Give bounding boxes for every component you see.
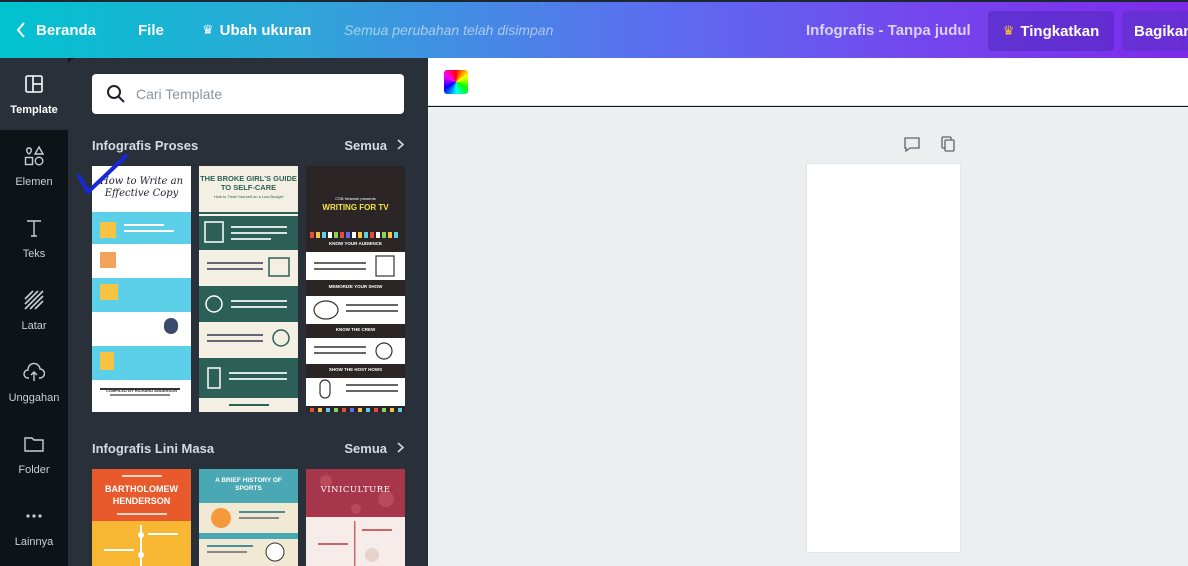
- see-all-label: Semua: [344, 441, 387, 456]
- section-title: Infografis Lini Masa: [92, 441, 215, 456]
- template-preview-graphic: [306, 469, 405, 566]
- upgrade-label: Tingkatkan: [1020, 22, 1100, 40]
- template-thumbnail[interactable]: How to Write an Effective Copy COMPILED …: [92, 166, 191, 412]
- template-thumbnail[interactable]: VINICULTURE: [306, 469, 405, 566]
- more-icon: [23, 505, 45, 530]
- background-icon: [23, 289, 45, 314]
- rail-item-uploads[interactable]: Unggahan: [0, 346, 68, 418]
- rail-label: Latar: [21, 319, 47, 332]
- comment-icon[interactable]: [903, 135, 921, 153]
- home-label: Beranda: [36, 21, 97, 39]
- rail-item-folder[interactable]: Folder: [0, 418, 68, 490]
- search-input[interactable]: [136, 86, 386, 102]
- rail-label: Lainnya: [14, 535, 54, 548]
- text-icon: [23, 217, 45, 242]
- template-kicker: CSB Network presents: [335, 196, 376, 201]
- canvas-workspace: [428, 107, 1188, 566]
- section-header-process: Infografis Proses Semua: [92, 138, 405, 153]
- upload-icon: [23, 361, 46, 386]
- see-all-link[interactable]: Semua: [344, 441, 405, 456]
- rail-label: Teks: [22, 247, 46, 260]
- template-heading: KNOW YOUR AUDIENCE: [328, 241, 382, 246]
- checkmark-icon: [76, 152, 128, 198]
- template-subtitle: How to Treat Yourself on a Low Budget: [213, 194, 284, 199]
- template-title: VINICULTURE: [320, 485, 391, 495]
- duplicate-page-icon[interactable]: [939, 135, 957, 153]
- chevron-right-icon: [397, 138, 405, 153]
- template-preview-graphic: [92, 166, 191, 412]
- rail-label: Template: [10, 103, 58, 116]
- rail-item-background[interactable]: Latar: [0, 274, 68, 346]
- design-page[interactable]: [806, 163, 961, 553]
- see-all-link[interactable]: Semua: [344, 138, 405, 153]
- upgrade-button[interactable]: ♛ Tingkatkan: [988, 11, 1114, 51]
- crown-icon: ♛: [1002, 23, 1015, 38]
- elements-icon: [23, 145, 45, 170]
- template-thumbnail[interactable]: BARTHOLOMEW HENDERSON: [92, 469, 191, 566]
- template-panel: Infografis Proses Semua How to Write an …: [68, 58, 428, 566]
- resize-button[interactable]: ♛ Ubah ukuran: [202, 2, 311, 58]
- chevron-left-icon: [16, 22, 26, 38]
- template-icon: [23, 73, 45, 98]
- side-rail: Template Elemen Teks Latar Unggahan Fold…: [0, 58, 68, 566]
- template-thumbnail[interactable]: THE BROKE GIRL'S GUIDE TO SELF-CARE How …: [199, 166, 298, 412]
- template-heading: SHOW THE HOST HOWS: [328, 367, 383, 372]
- template-thumbnail[interactable]: CSB Network presents WRITING FOR TV KNOW…: [306, 166, 405, 412]
- chevron-right-icon: [397, 441, 405, 456]
- template-heading: MEMORIZE YOUR SHOW: [328, 284, 383, 289]
- color-picker-button[interactable]: [444, 70, 468, 94]
- file-label: File: [138, 21, 164, 39]
- section-header-timeline: Infografis Lini Masa Semua: [92, 441, 405, 456]
- rail-label: Elemen: [15, 175, 53, 188]
- section-title: Infografis Proses: [92, 138, 199, 153]
- share-button[interactable]: Bagikan: [1122, 11, 1188, 51]
- home-button[interactable]: Beranda: [16, 2, 96, 58]
- document-title[interactable]: Infografis - Tanpa judul: [806, 2, 971, 58]
- rail-item-template[interactable]: Template: [0, 58, 68, 130]
- editor-toolbar: [428, 58, 1188, 106]
- template-footer: COMPILED BY RICHARD ANDERSON: [105, 388, 178, 393]
- rail-item-text[interactable]: Teks: [0, 202, 68, 274]
- crown-icon: ♛: [202, 22, 214, 37]
- template-title: BARTHOLOMEW HENDERSON: [105, 484, 178, 506]
- template-title: A BRIEF HISTORY OF SPORTS: [215, 477, 282, 492]
- template-title: WRITING FOR TV: [322, 203, 389, 212]
- file-menu-button[interactable]: File: [138, 2, 164, 58]
- rail-item-more[interactable]: Lainnya: [0, 490, 68, 562]
- save-status: Semua perubahan telah disimpan: [344, 22, 554, 38]
- see-all-label: Semua: [344, 138, 387, 153]
- search-box[interactable]: [92, 74, 404, 114]
- rail-label: Folder: [18, 463, 50, 476]
- share-label: Bagikan: [1134, 22, 1188, 40]
- template-title: THE BROKE GIRL'S GUIDE TO SELF-CARE: [200, 174, 297, 192]
- folder-icon: [23, 433, 45, 458]
- template-thumbnail[interactable]: A BRIEF HISTORY OF SPORTS: [199, 469, 298, 566]
- resize-label: Ubah ukuran: [219, 21, 312, 39]
- rail-item-elements[interactable]: Elemen: [0, 130, 68, 202]
- search-icon: [106, 84, 126, 104]
- rail-label: Unggahan: [8, 391, 60, 404]
- template-heading: KNOW THE CREW: [335, 327, 376, 332]
- template-preview-graphic: [199, 166, 298, 412]
- top-bar: Beranda File ♛ Ubah ukuran Semua perubah…: [0, 0, 1188, 58]
